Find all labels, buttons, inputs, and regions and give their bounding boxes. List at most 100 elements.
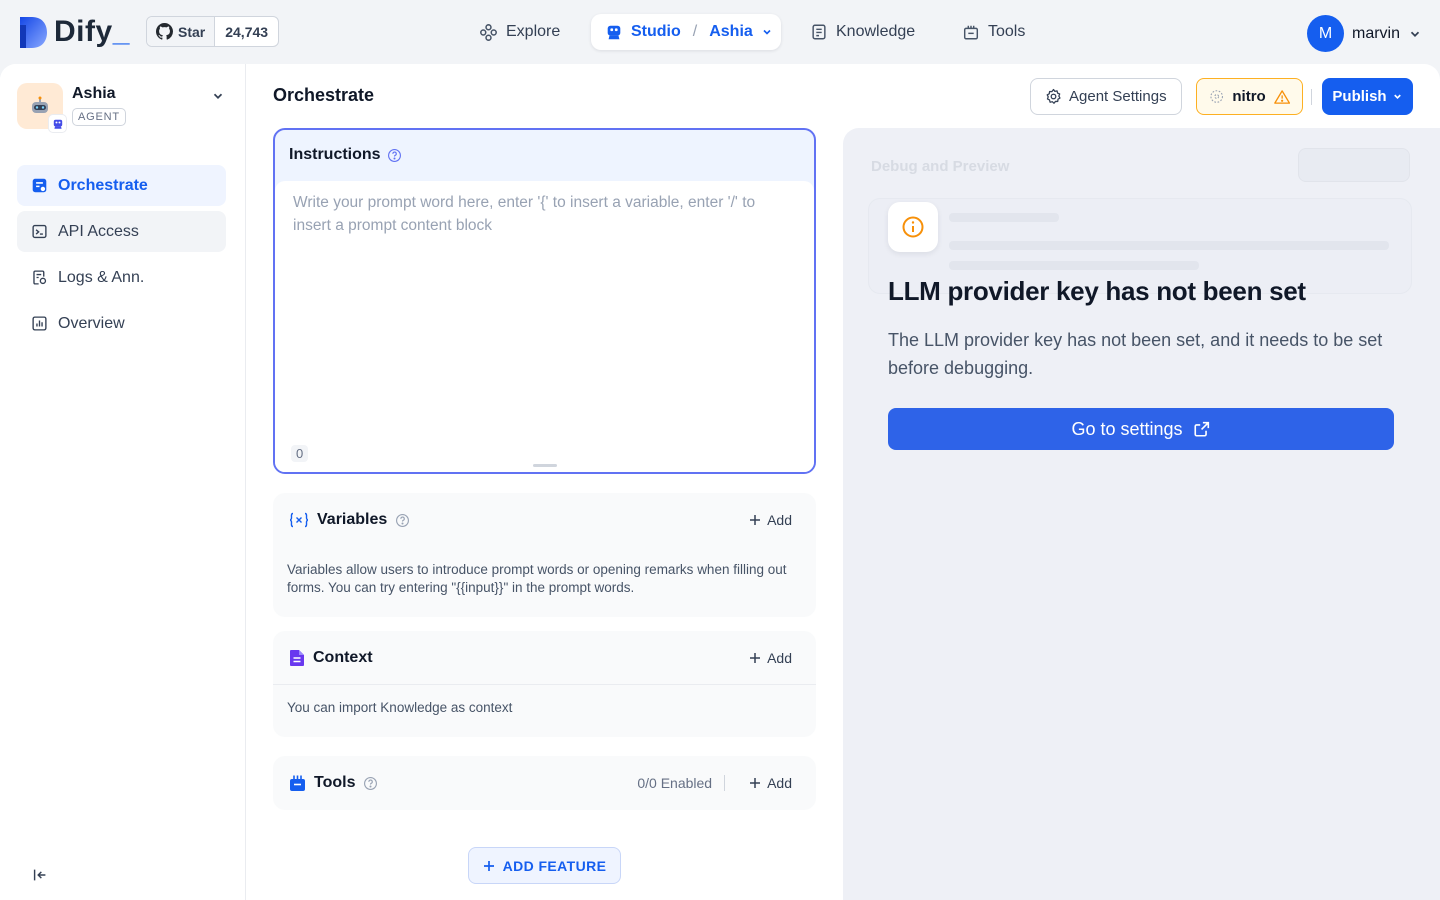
user-name: marvin	[1351, 24, 1400, 42]
github-icon	[156, 23, 173, 40]
github-star-count[interactable]: 24,743	[215, 17, 278, 46]
app-selector[interactable]: Ashia AGENT	[17, 83, 229, 133]
char-count: 0	[291, 445, 309, 462]
nav-knowledge[interactable]: Knowledge	[796, 14, 929, 50]
help-icon[interactable]	[363, 776, 378, 791]
context-title: Context	[313, 648, 373, 666]
tools-title: Tools	[314, 774, 356, 791]
github-star-button[interactable]: Star 24,743	[146, 16, 280, 47]
explore-icon	[480, 23, 497, 41]
nav-current-app[interactable]: Ashia	[709, 23, 753, 41]
variables-title: Variables	[317, 511, 388, 528]
variable-icon	[289, 512, 309, 528]
document-icon	[290, 649, 304, 666]
add-label: Add	[767, 775, 792, 791]
add-label: Add	[767, 649, 792, 666]
sidebar-item-label: Logs & Ann.	[58, 268, 145, 286]
knowledge-icon	[812, 24, 826, 40]
info-icon-box	[888, 202, 938, 252]
app-meta: Ashia AGENT	[72, 83, 126, 126]
terminal-icon	[32, 224, 47, 239]
variables-card: Variables Add Variables allow users to i…	[273, 493, 816, 617]
brand-name: Dify_	[54, 15, 130, 48]
tools-card: Tools 0/0 Enabled Add	[273, 756, 816, 810]
warning-icon	[1273, 89, 1290, 104]
app-avatar	[17, 83, 67, 133]
context-card: Context Add You can import Knowledge as …	[273, 631, 816, 737]
info-icon	[902, 216, 924, 238]
add-tool-button[interactable]: Add	[739, 775, 802, 791]
warning-title: LLM provider key has not been set	[888, 276, 1306, 306]
user-menu[interactable]: M marvin	[1306, 15, 1422, 52]
tools-icon	[963, 25, 979, 40]
nav-explore-label: Explore	[506, 23, 561, 40]
plus-icon	[483, 860, 494, 871]
nav-explore[interactable]: Explore	[465, 14, 574, 50]
sidebar-item-overview[interactable]: Overview	[17, 303, 226, 344]
sidebar-item-logs[interactable]: Logs & Ann.	[17, 257, 226, 298]
top-bar: Dify_ Star 24,743 Explore Studio / Ashia…	[0, 0, 1440, 64]
agent-settings-label: Agent Settings	[1069, 88, 1167, 105]
warning-description: The LLM provider key has not been set, a…	[888, 330, 1383, 378]
add-label: Add	[767, 512, 792, 528]
sidebar-menu: Orchestrate API Access Logs & Ann. Overv…	[17, 165, 226, 349]
nav-knowledge-label: Knowledge	[836, 23, 916, 40]
variables-header: Variables Add	[273, 493, 816, 547]
context-description: You can import Knowledge as context	[287, 700, 513, 715]
debug-preview-panel: Debug and Preview LLM provider key has n…	[843, 128, 1440, 900]
sidebar-item-label: Orchestrate	[58, 176, 148, 194]
add-feature-label: ADD FEATURE	[502, 857, 607, 874]
plus-icon	[750, 652, 761, 663]
github-star-label: Star	[178, 23, 206, 40]
divider	[1311, 89, 1312, 105]
dify-logo-icon	[20, 16, 47, 48]
agent-settings-button[interactable]: Agent Settings	[1030, 78, 1182, 115]
publish-button[interactable]: Publish	[1322, 78, 1413, 115]
instructions-title: Instructions	[289, 146, 381, 163]
github-star[interactable]: Star	[147, 17, 216, 46]
external-link-icon	[1193, 421, 1209, 437]
main-panel: Ashia AGENT Orchestrate API Access Logs …	[0, 64, 1440, 900]
chart-icon	[32, 316, 47, 331]
variables-description: Variables allow users to introduce promp…	[287, 562, 787, 595]
sidebar-item-orchestrate[interactable]: Orchestrate	[17, 165, 226, 206]
chevron-down-icon[interactable]	[761, 26, 773, 38]
nav-studio[interactable]: Studio / Ashia	[591, 14, 781, 50]
model-name: nitro	[1232, 88, 1266, 105]
help-icon[interactable]	[387, 148, 402, 163]
add-context-button[interactable]: Add	[739, 650, 802, 666]
context-header: Context Add	[273, 631, 816, 685]
instructions-placeholder[interactable]: Write your prompt word here, enter '{' t…	[293, 191, 788, 237]
sidebar-item-api-access[interactable]: API Access	[17, 211, 226, 252]
model-selector[interactable]: nitro	[1196, 78, 1303, 115]
agent-icon	[53, 119, 62, 129]
add-feature-button[interactable]: ADD FEATURE	[468, 847, 621, 884]
app-type-badge: AGENT	[72, 108, 126, 126]
model-icon	[1210, 90, 1224, 103]
go-to-settings-button[interactable]: Go to settings	[888, 408, 1394, 450]
resize-handle[interactable]	[533, 464, 557, 467]
dify-logo[interactable]: Dify_	[18, 15, 130, 49]
nav-tools[interactable]: Tools	[948, 14, 1039, 50]
collapse-sidebar-icon[interactable]	[31, 866, 49, 884]
instructions-header: Instructions	[275, 130, 814, 180]
avatar[interactable]: M	[1306, 15, 1344, 52]
tools-card-icon	[290, 775, 305, 791]
divider	[724, 775, 726, 791]
nav-separator: /	[692, 23, 698, 40]
app-name: Ashia	[72, 85, 116, 102]
instructions-editor[interactable]: Instructions Write your prompt word here…	[273, 128, 816, 474]
add-variable-button[interactable]: Add	[739, 512, 802, 528]
orchestrate-icon	[32, 178, 47, 193]
page-title: Orchestrate	[273, 85, 375, 105]
publish-label: Publish	[1332, 88, 1387, 105]
chevron-down-icon[interactable]	[211, 89, 225, 103]
chevron-down-icon[interactable]	[1408, 27, 1422, 41]
instructions-body[interactable]: Write your prompt word here, enter '{' t…	[275, 181, 814, 472]
sidebar-item-label: Overview	[58, 314, 125, 332]
restart-button-ghost	[1298, 148, 1410, 182]
go-to-settings-label: Go to settings	[1071, 418, 1183, 439]
help-icon[interactable]	[395, 513, 410, 528]
logs-icon	[33, 270, 47, 285]
debug-title: Debug and Preview	[871, 158, 1010, 175]
